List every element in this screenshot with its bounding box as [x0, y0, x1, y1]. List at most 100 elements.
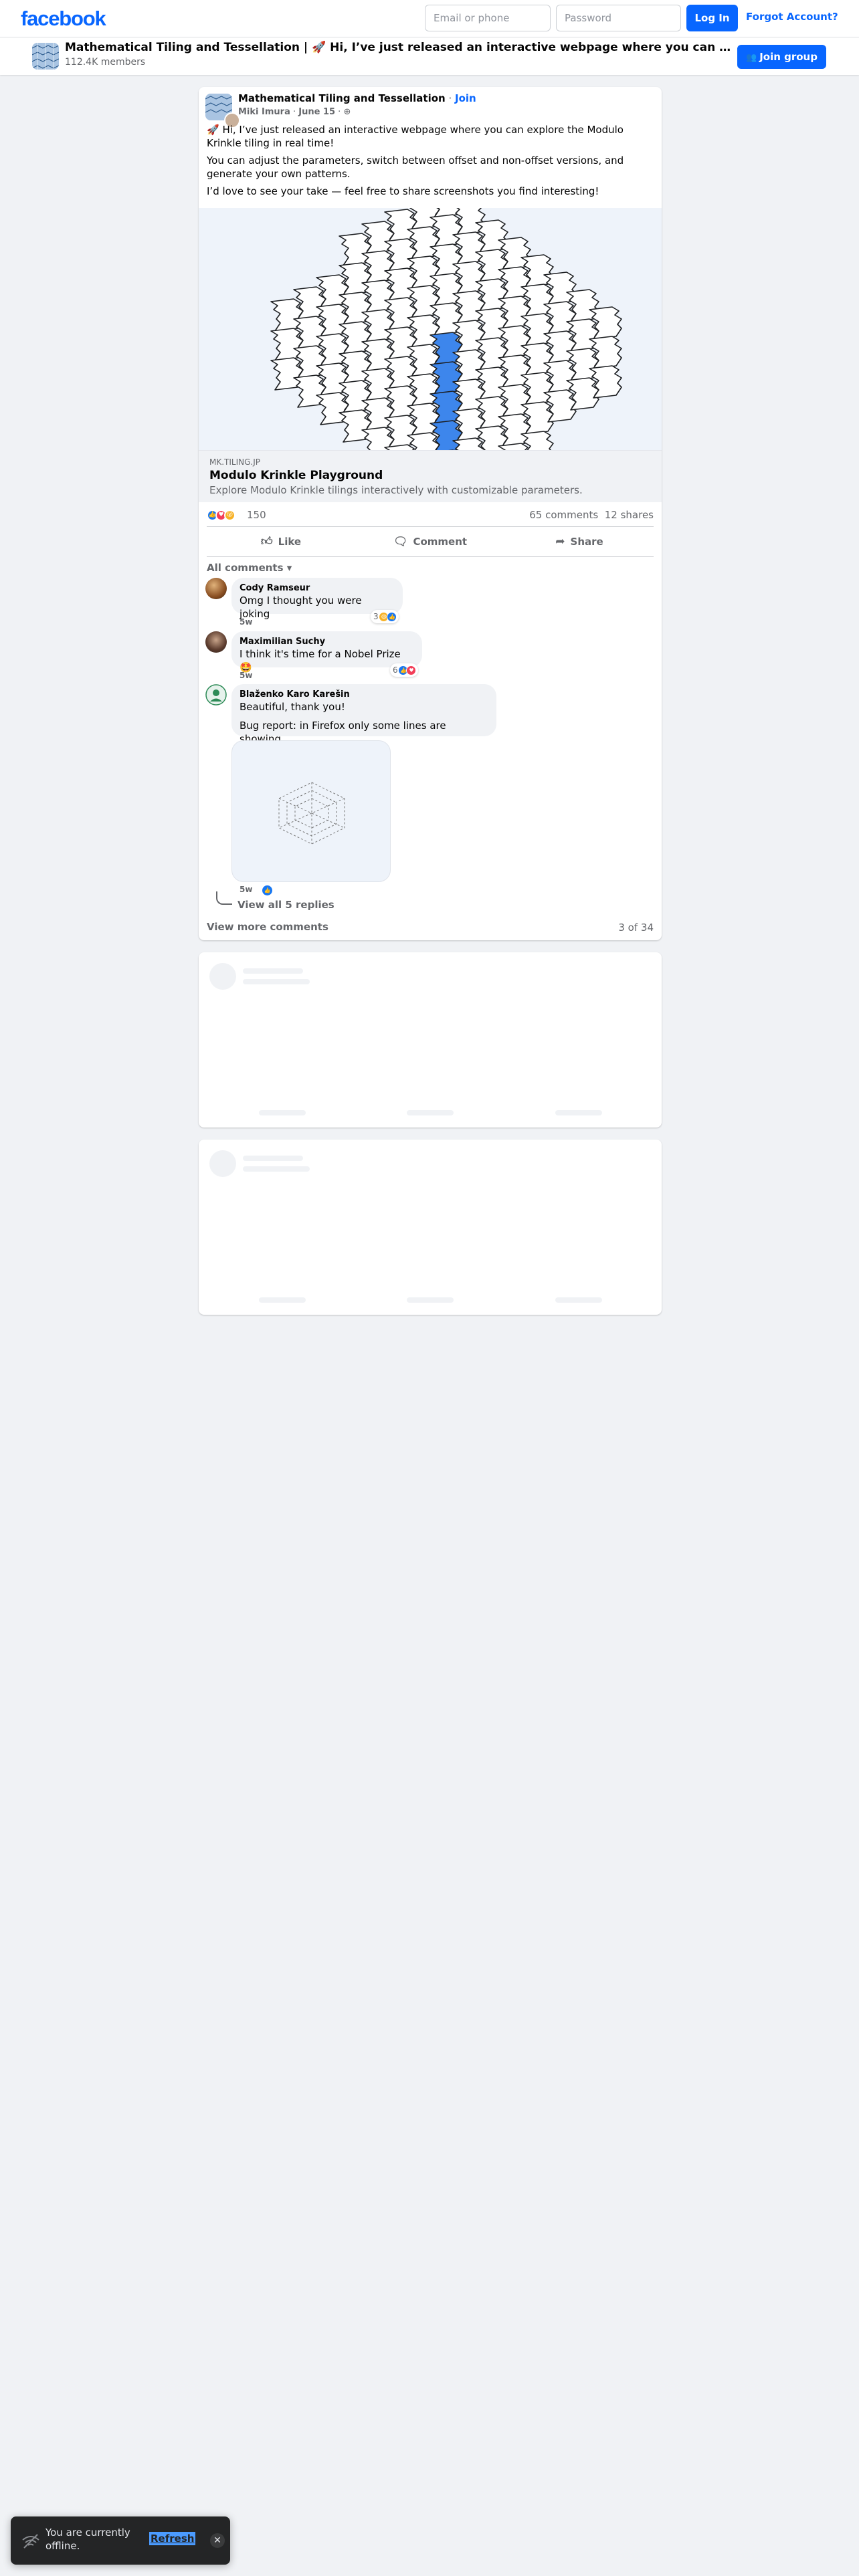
post-date[interactable]: June 15	[298, 107, 335, 117]
like-label: Like	[278, 536, 302, 548]
hexagon-tiling-sketch	[278, 782, 345, 845]
love-reaction-icon: ♥	[406, 665, 417, 675]
commenter-avatar[interactable]	[205, 684, 227, 706]
comment-time[interactable]: 5w	[240, 885, 252, 894]
reactions-summary[interactable]: 👍 ♥ 😮 150 65 comments 12 shares	[207, 505, 654, 525]
separator: ·	[335, 107, 344, 117]
post-paragraph: 🚀 Hi, I’ve just released an interactive …	[207, 124, 624, 149]
view-replies-link[interactable]: View all 5 replies	[237, 899, 335, 911]
share-arrow-icon: ➦	[555, 535, 565, 548]
top-navbar: facebook Email or phone Password Log In …	[0, 0, 859, 37]
skeleton-line	[259, 1297, 306, 1303]
like-reaction-icon: 👍	[262, 885, 273, 896]
commenter-avatar[interactable]	[205, 631, 227, 653]
forgot-account-link[interactable]: Forgot Account?	[746, 11, 838, 23]
wifi-off-icon	[22, 2534, 39, 2549]
loading-post-skeleton	[199, 1140, 662, 1315]
post-paragraph: I’d love to see your take — feel free to…	[207, 185, 599, 197]
tiling-illustration	[270, 208, 622, 450]
commenter-name[interactable]: Maximilian Suchy	[240, 637, 414, 647]
post-body: 🚀 Hi, I’ve just released an interactive …	[207, 123, 654, 202]
comment-reactions[interactable]: 6 👍 ♥	[390, 663, 419, 677]
post-group-name[interactable]: Mathematical Tiling and Tessellation	[238, 92, 446, 104]
skeleton-line	[243, 1156, 303, 1161]
group-title[interactable]: Mathematical Tiling and Tessellation | 🚀…	[65, 41, 733, 54]
comment-time[interactable]: 5w	[240, 617, 252, 627]
comment-filter-label: All comments	[207, 562, 284, 574]
shares-count[interactable]: 12 shares	[605, 509, 654, 521]
skeleton-line	[555, 1110, 602, 1115]
commenter-name[interactable]: Cody Ramseur	[240, 583, 395, 594]
skeleton-line	[243, 1166, 310, 1172]
caret-down-icon: ▾	[286, 562, 292, 574]
offline-message: You are currently offline.	[45, 2527, 130, 2552]
comment-bubble: Cody Ramseur Omg I thought you were joki…	[231, 578, 403, 620]
group-add-icon: 👥	[746, 53, 757, 63]
skeleton-avatar	[209, 963, 236, 990]
skeleton-line	[243, 979, 310, 984]
email-field[interactable]: Email or phone	[425, 5, 551, 31]
thumbs-up-icon: 👍︎	[260, 535, 273, 548]
link-title: Modulo Krinkle Playground	[209, 469, 383, 482]
join-group-label: Join group	[759, 51, 818, 63]
comment-reactions[interactable]: 👍	[262, 883, 273, 896]
comment-bubble-icon: 🗨︎	[393, 535, 408, 548]
group-avatar[interactable]	[32, 43, 59, 70]
comment-reactions[interactable]: 3 😆 👍	[371, 610, 399, 623]
comments-count[interactable]: 65 comments	[529, 509, 598, 521]
refresh-link[interactable]: Refresh	[149, 2532, 196, 2545]
commenter-avatar[interactable]	[205, 578, 227, 599]
share-label: Share	[570, 536, 603, 548]
group-member-count: 112.4K members	[65, 57, 146, 68]
view-more-comments-link[interactable]: View more comments	[207, 921, 328, 933]
post-actions: 👍︎ Like 🗨︎ Comment ➦ Share	[207, 528, 654, 556]
post-stats: 65 comments 12 shares	[529, 509, 654, 521]
password-field[interactable]: Password	[556, 5, 681, 31]
join-group-button[interactable]: 👥 Join group	[737, 45, 826, 69]
skeleton-line	[555, 1297, 602, 1303]
separator: ·	[445, 92, 456, 104]
skeleton-line	[243, 968, 303, 974]
link-description: Explore Modulo Krinkle tilings interacti…	[209, 484, 583, 496]
link-preview[interactable]: MK.TILING.JP Modulo Krinkle Playground E…	[199, 450, 662, 502]
comment-text: Beautiful, thank you!	[240, 701, 345, 713]
separator: ·	[290, 107, 299, 117]
facebook-logo[interactable]: facebook	[21, 7, 106, 31]
comment-page-counter: 3 of 34	[618, 922, 654, 934]
link-preview-image[interactable]	[199, 208, 662, 450]
skeleton-line	[407, 1297, 454, 1303]
login-button[interactable]: Log In	[686, 5, 738, 31]
reaction-count[interactable]: 150	[247, 509, 266, 521]
comment-bubble: Maximilian Suchy I think it's time for a…	[231, 631, 422, 673]
post-join-link[interactable]: Join	[455, 92, 476, 104]
comment-label: Comment	[413, 536, 468, 548]
close-icon[interactable]: ✕	[210, 2533, 225, 2548]
like-button[interactable]: 👍︎ Like	[207, 528, 355, 556]
tile	[452, 437, 486, 450]
divider	[207, 556, 654, 557]
comment-filter-dropdown[interactable]: All comments ▾	[207, 562, 292, 574]
comment-text: I think it's time for a Nobel Prize 🤩	[240, 648, 401, 673]
comment-button[interactable]: 🗨︎ Comment	[356, 528, 504, 556]
wow-reaction-icon: 😮	[224, 510, 235, 521]
offline-toast: You are currently offline. Refresh ✕	[11, 2516, 230, 2565]
like-reaction-icon: 👍	[387, 612, 397, 622]
skeleton-avatar	[209, 1150, 236, 1177]
comment-reaction-count: 6	[393, 665, 398, 675]
comment-bubble: Blaženko Karo Karešin Beautiful, thank y…	[231, 684, 496, 745]
post-card: Mathematical Tiling and Tessellation · J…	[199, 87, 662, 940]
comment-time[interactable]: 5w	[240, 671, 252, 680]
comment-reaction-count: 3	[373, 612, 379, 621]
link-domain: MK.TILING.JP	[209, 457, 260, 467]
skeleton-line	[259, 1110, 306, 1115]
reply-connector-line	[216, 891, 232, 905]
comment-attachment-image[interactable]	[231, 740, 391, 882]
post-paragraph: You can adjust the parameters, switch be…	[207, 154, 624, 180]
post-author[interactable]: Miki Imura	[238, 107, 290, 117]
globe-icon: ⊕	[343, 107, 351, 117]
loading-post-skeleton	[199, 952, 662, 1128]
share-button[interactable]: ➦ Share	[505, 528, 654, 556]
skeleton-line	[407, 1110, 454, 1115]
group-header: Mathematical Tiling and Tessellation | 🚀…	[0, 37, 859, 75]
commenter-name[interactable]: Blaženko Karo Karešin	[240, 689, 488, 700]
